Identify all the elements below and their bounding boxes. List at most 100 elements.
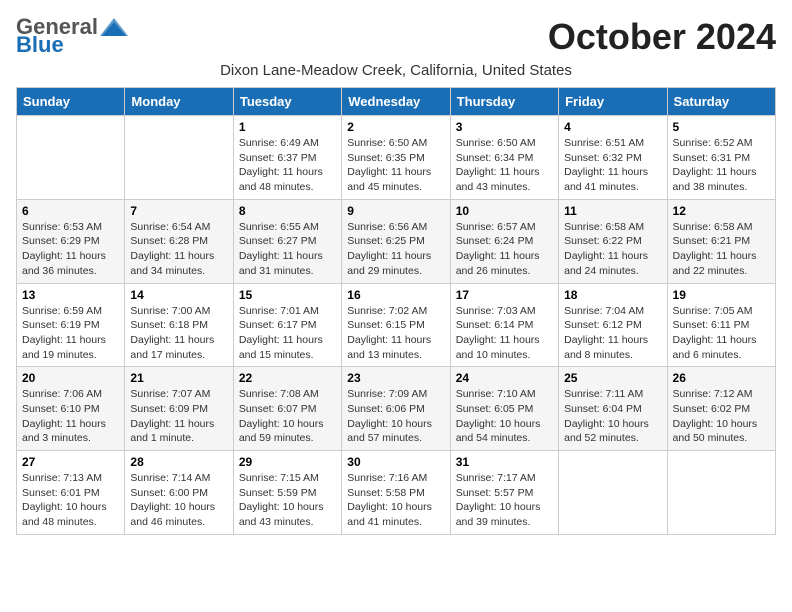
day-info: Sunrise: 7:11 AM Sunset: 6:04 PM Dayligh… — [564, 387, 661, 446]
days-of-week-row: SundayMondayTuesdayWednesdayThursdayFrid… — [17, 88, 776, 116]
calendar-cell: 12Sunrise: 6:58 AM Sunset: 6:21 PM Dayli… — [667, 199, 775, 283]
day-info: Sunrise: 7:01 AM Sunset: 6:17 PM Dayligh… — [239, 304, 336, 363]
calendar-cell: 17 Sunrise: 7:03 AM Sunset: 6:14 PM Dayli… — [450, 283, 558, 367]
day-info: Sunrise: 6:52 AM Sunset: 6:31 PM Dayligh… — [673, 136, 770, 195]
day-number: 13 — [22, 288, 119, 302]
logo: General Blue — [16, 16, 128, 56]
calendar-cell — [125, 116, 233, 200]
day-of-week-header: Monday — [125, 88, 233, 116]
calendar-cell: 26 Sunrise: 7:12 AM Sunset: 6:02 PM Dayli… — [667, 367, 775, 451]
day-info: Sunrise: 6:58 AM Sunset: 6:21 PM Dayligh… — [673, 220, 770, 279]
day-info: Sunrise: 6:56 AM Sunset: 6:25 PM Dayligh… — [347, 220, 444, 279]
day-of-week-header: Sunday — [17, 88, 125, 116]
day-number: 25 — [564, 371, 661, 385]
day-number: 28 — [130, 455, 227, 469]
day-number: 8 — [239, 204, 336, 218]
calendar-cell: 10 Sunrise: 6:57 AM Sunset: 6:24 PM Dayli… — [450, 199, 558, 283]
calendar-cell: 28 Sunrise: 7:14 AM Sunset: 6:00 PM Dayli… — [125, 451, 233, 535]
calendar-cell: 6 Sunrise: 6:53 AM Sunset: 6:29 PM Daylig… — [17, 199, 125, 283]
calendar-cell: 20 Sunrise: 7:06 AM Sunset: 6:10 PM Dayli… — [17, 367, 125, 451]
calendar-week-row: 13 Sunrise: 6:59 AM Sunset: 6:19 PM Dayli… — [17, 283, 776, 367]
calendar-cell: 8 Sunrise: 6:55 AM Sunset: 6:27 PM Daylig… — [233, 199, 341, 283]
calendar-cell: 22 Sunrise: 7:08 AM Sunset: 6:07 PM Dayli… — [233, 367, 341, 451]
day-of-week-header: Tuesday — [233, 88, 341, 116]
calendar-cell — [559, 451, 667, 535]
day-info: Sunrise: 7:06 AM Sunset: 6:10 PM Dayligh… — [22, 387, 119, 446]
day-info: Sunrise: 7:15 AM Sunset: 5:59 PM Dayligh… — [239, 471, 336, 530]
page-header: General Blue October 2024 — [16, 16, 776, 58]
day-info: Sunrise: 7:14 AM Sunset: 6:00 PM Dayligh… — [130, 471, 227, 530]
calendar-week-row: 1 Sunrise: 6:49 AM Sunset: 6:37 PM Daylig… — [17, 116, 776, 200]
day-info: Sunrise: 6:59 AM Sunset: 6:19 PM Dayligh… — [22, 304, 119, 363]
day-info: Sunrise: 7:07 AM Sunset: 6:09 PM Dayligh… — [130, 387, 227, 446]
calendar-cell: 30 Sunrise: 7:16 AM Sunset: 5:58 PM Dayli… — [342, 451, 450, 535]
day-number: 6 — [22, 204, 119, 218]
day-info: Sunrise: 7:03 AM Sunset: 6:14 PM Dayligh… — [456, 304, 553, 363]
day-info: Sunrise: 7:05 AM Sunset: 6:11 PM Dayligh… — [673, 304, 770, 363]
day-of-week-header: Friday — [559, 88, 667, 116]
day-info: Sunrise: 6:50 AM Sunset: 6:34 PM Dayligh… — [456, 136, 553, 195]
calendar-cell: 4 Sunrise: 6:51 AM Sunset: 6:32 PM Daylig… — [559, 116, 667, 200]
day-info: Sunrise: 7:13 AM Sunset: 6:01 PM Dayligh… — [22, 471, 119, 530]
day-number: 27 — [22, 455, 119, 469]
month-title: October 2024 — [548, 16, 776, 58]
day-number: 31 — [456, 455, 553, 469]
calendar-cell: 3 Sunrise: 6:50 AM Sunset: 6:34 PM Daylig… — [450, 116, 558, 200]
calendar-table: SundayMondayTuesdayWednesdayThursdayFrid… — [16, 87, 776, 535]
day-number: 2 — [347, 120, 444, 134]
day-info: Sunrise: 7:08 AM Sunset: 6:07 PM Dayligh… — [239, 387, 336, 446]
day-number: 17 — [456, 288, 553, 302]
day-info: Sunrise: 7:10 AM Sunset: 6:05 PM Dayligh… — [456, 387, 553, 446]
day-number: 18 — [564, 288, 661, 302]
day-number: 9 — [347, 204, 444, 218]
day-of-week-header: Saturday — [667, 88, 775, 116]
day-info: Sunrise: 6:55 AM Sunset: 6:27 PM Dayligh… — [239, 220, 336, 279]
day-number: 20 — [22, 371, 119, 385]
day-info: Sunrise: 6:50 AM Sunset: 6:35 PM Dayligh… — [347, 136, 444, 195]
calendar-cell: 2 Sunrise: 6:50 AM Sunset: 6:35 PM Daylig… — [342, 116, 450, 200]
day-number: 16 — [347, 288, 444, 302]
day-info: Sunrise: 7:17 AM Sunset: 5:57 PM Dayligh… — [456, 471, 553, 530]
day-info: Sunrise: 6:49 AM Sunset: 6:37 PM Dayligh… — [239, 136, 336, 195]
calendar-cell: 18 Sunrise: 7:04 AM Sunset: 6:12 PM Dayli… — [559, 283, 667, 367]
day-number: 23 — [347, 371, 444, 385]
day-number: 7 — [130, 204, 227, 218]
day-number: 10 — [456, 204, 553, 218]
calendar-cell: 14Sunrise: 7:00 AM Sunset: 6:18 PM Dayli… — [125, 283, 233, 367]
day-number: 5 — [673, 120, 770, 134]
calendar-cell — [667, 451, 775, 535]
calendar-cell: 13 Sunrise: 6:59 AM Sunset: 6:19 PM Dayli… — [17, 283, 125, 367]
day-info: Sunrise: 7:04 AM Sunset: 6:12 PM Dayligh… — [564, 304, 661, 363]
day-number: 4 — [564, 120, 661, 134]
day-number: 3 — [456, 120, 553, 134]
calendar-cell: 29 Sunrise: 7:15 AM Sunset: 5:59 PM Dayli… — [233, 451, 341, 535]
calendar-cell: 7 Sunrise: 6:54 AM Sunset: 6:28 PM Daylig… — [125, 199, 233, 283]
subtitle: Dixon Lane-Meadow Creek, California, Uni… — [16, 62, 776, 79]
calendar-cell: 16 Sunrise: 7:02 AM Sunset: 6:15 PM Dayli… — [342, 283, 450, 367]
calendar-cell: 5 Sunrise: 6:52 AM Sunset: 6:31 PM Daylig… — [667, 116, 775, 200]
day-info: Sunrise: 7:12 AM Sunset: 6:02 PM Dayligh… — [673, 387, 770, 446]
day-number: 29 — [239, 455, 336, 469]
day-number: 1 — [239, 120, 336, 134]
calendar-cell: 31 Sunrise: 7:17 AM Sunset: 5:57 PM Dayli… — [450, 451, 558, 535]
day-number: 15 — [239, 288, 336, 302]
calendar-week-row: 20 Sunrise: 7:06 AM Sunset: 6:10 PM Dayli… — [17, 367, 776, 451]
calendar-week-row: 27 Sunrise: 7:13 AM Sunset: 6:01 PM Dayli… — [17, 451, 776, 535]
day-info: Sunrise: 6:57 AM Sunset: 6:24 PM Dayligh… — [456, 220, 553, 279]
logo-icon — [100, 18, 128, 36]
day-number: 30 — [347, 455, 444, 469]
day-info: Sunrise: 7:02 AM Sunset: 6:15 PM Dayligh… — [347, 304, 444, 363]
day-number: 14 — [130, 288, 227, 302]
day-info: Sunrise: 7:16 AM Sunset: 5:58 PM Dayligh… — [347, 471, 444, 530]
calendar-week-row: 6 Sunrise: 6:53 AM Sunset: 6:29 PM Daylig… — [17, 199, 776, 283]
day-number: 11 — [564, 204, 661, 218]
day-number: 22 — [239, 371, 336, 385]
day-info: Sunrise: 6:51 AM Sunset: 6:32 PM Dayligh… — [564, 136, 661, 195]
day-info: Sunrise: 6:54 AM Sunset: 6:28 PM Dayligh… — [130, 220, 227, 279]
calendar-cell: 11Sunrise: 6:58 AM Sunset: 6:22 PM Dayli… — [559, 199, 667, 283]
day-info: Sunrise: 6:53 AM Sunset: 6:29 PM Dayligh… — [22, 220, 119, 279]
calendar-cell: 1 Sunrise: 6:49 AM Sunset: 6:37 PM Daylig… — [233, 116, 341, 200]
calendar-cell: 24Sunrise: 7:10 AM Sunset: 6:05 PM Dayli… — [450, 367, 558, 451]
day-of-week-header: Thursday — [450, 88, 558, 116]
day-number: 26 — [673, 371, 770, 385]
